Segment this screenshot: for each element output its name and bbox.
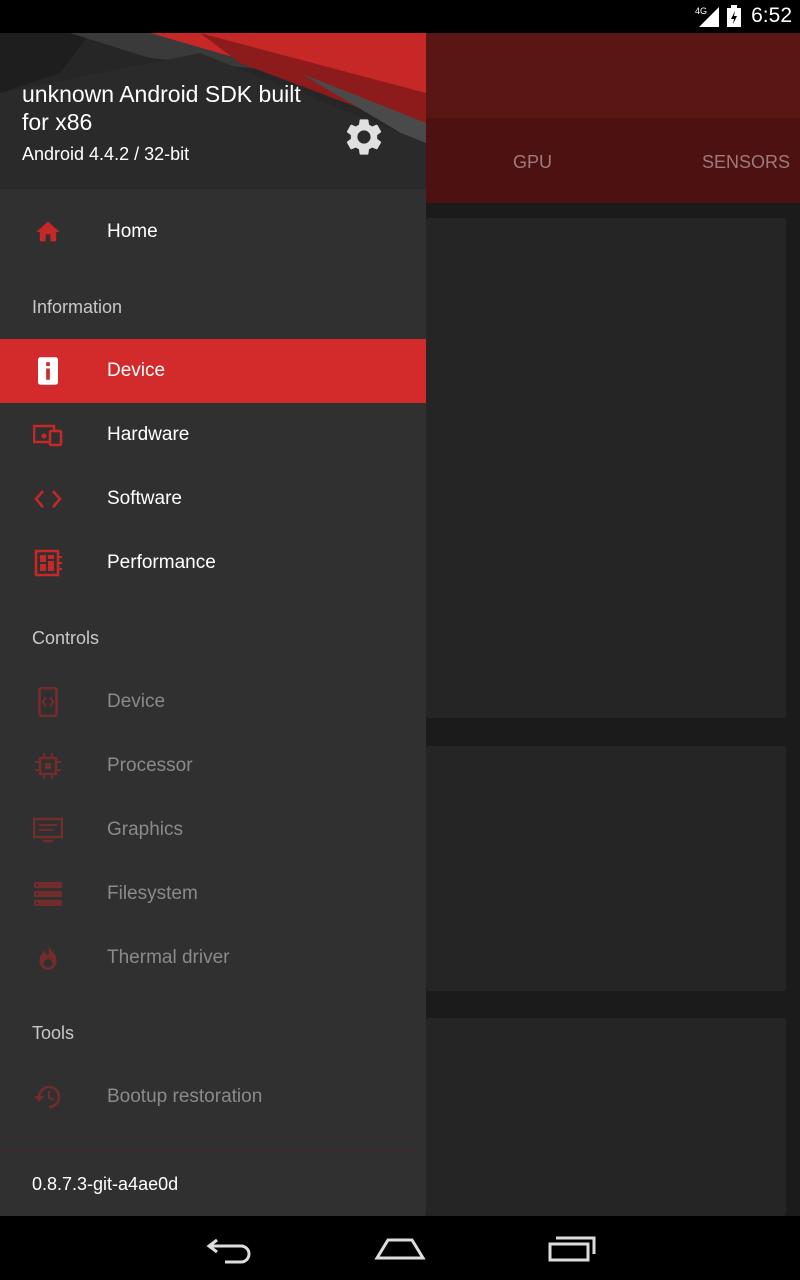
code-icon	[32, 483, 64, 515]
network-type: 4G	[695, 6, 707, 16]
nav-hardware[interactable]: Hardware	[0, 403, 426, 467]
device-name: unknown Android SDK built for x86	[22, 81, 301, 135]
nav-graphics[interactable]: Graphics	[0, 798, 426, 862]
signal-4g-icon: 4G	[695, 6, 720, 27]
flame-icon	[32, 942, 64, 974]
nav-info-device[interactable]: Device	[0, 339, 426, 403]
nav-bootup-restoration-label: Bootup restoration	[107, 1086, 263, 1107]
nav-bootup-restoration[interactable]: Bootup restoration	[0, 1065, 426, 1129]
gear-icon[interactable]	[342, 115, 386, 159]
battery-icon	[727, 5, 742, 27]
nav-thermal-driver-label: Thermal driver	[107, 947, 230, 968]
tab-sensors[interactable]: SENSORS	[702, 152, 790, 173]
home-nav-icon[interactable]	[374, 1230, 426, 1266]
section-tools: Tools	[32, 1023, 75, 1043]
nav-info-device-label: Device	[107, 360, 166, 381]
nav-controls-device[interactable]: Device	[0, 670, 426, 734]
nav-home-label: Home	[107, 221, 158, 242]
monitor-icon	[32, 814, 64, 846]
dashboard-icon	[32, 547, 64, 579]
device-info: Android 4.4.2 / 32-bit	[22, 144, 190, 164]
drawer-header: unknown Android SDK built for x86 Androi…	[0, 33, 426, 189]
nav-performance[interactable]: Performance	[0, 531, 426, 595]
restore-icon	[32, 1081, 64, 1113]
nav-hardware-label: Hardware	[107, 424, 190, 445]
status-bar: 4G 6:52	[0, 0, 800, 33]
app-version: 0.8.7.3-git-a4ae0d	[32, 1174, 179, 1194]
home-icon	[32, 216, 64, 248]
nav-software[interactable]: Software	[0, 467, 426, 531]
nav-filesystem[interactable]: Filesystem	[0, 862, 426, 926]
navigation-drawer: unknown Android SDK built for x86 Androi…	[0, 33, 426, 1216]
phone-code-icon	[32, 686, 64, 718]
nav-graphics-label: Graphics	[107, 819, 184, 840]
nav-processor-label: Processor	[107, 755, 193, 776]
cpu-icon	[32, 750, 64, 782]
back-icon[interactable]	[205, 1230, 255, 1266]
tab-gpu[interactable]: GPU	[513, 152, 552, 173]
devices-icon	[32, 419, 64, 451]
device-info-icon	[32, 355, 64, 387]
nav-thermal-driver[interactable]: Thermal driver	[0, 926, 426, 990]
drawer-footer: 0.8.7.3-git-a4ae0d	[0, 1151, 426, 1216]
nav-controls-device-label: Device	[107, 691, 166, 712]
system-nav-bar	[0, 1216, 800, 1280]
storage-icon	[32, 878, 64, 910]
nav-filesystem-label: Filesystem	[107, 883, 198, 904]
section-controls: Controls	[32, 628, 100, 648]
nav-performance-label: Performance	[107, 552, 216, 573]
clock: 6:52	[751, 4, 792, 27]
section-information: Information	[32, 297, 123, 317]
recents-icon[interactable]	[546, 1230, 598, 1266]
nav-home[interactable]: Home	[0, 200, 426, 264]
content-card	[426, 218, 786, 718]
nav-processor[interactable]: Processor	[0, 734, 426, 798]
content-card	[426, 746, 786, 991]
nav-software-label: Software	[107, 488, 182, 509]
content-card	[426, 1018, 786, 1216]
